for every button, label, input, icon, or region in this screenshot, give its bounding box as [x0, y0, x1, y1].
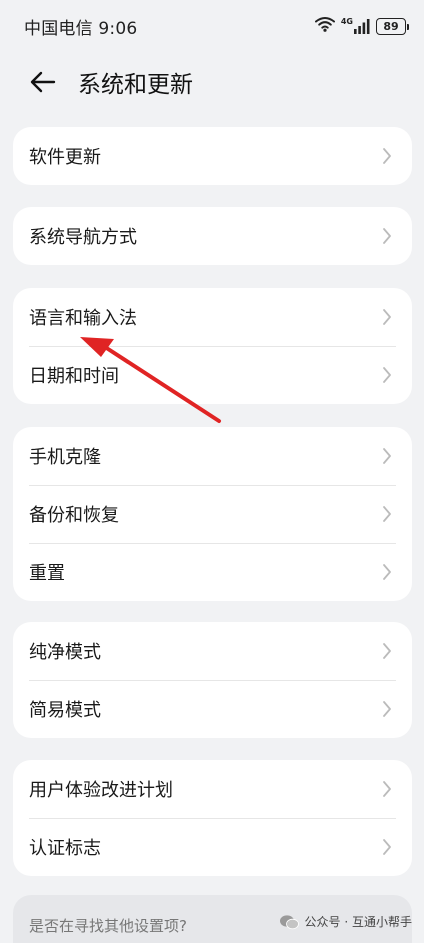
settings-group-language-time: 语言和输入法 日期和时间	[13, 288, 412, 404]
menu-item-certification-logos[interactable]: 认证标志	[13, 818, 412, 876]
back-arrow-icon[interactable]	[28, 67, 58, 97]
menu-item-reset[interactable]: 重置	[13, 543, 412, 601]
chevron-right-icon	[383, 448, 391, 464]
watermark: 公众号 · 互通小帮手	[279, 913, 412, 930]
menu-item-date-time[interactable]: 日期和时间	[13, 346, 412, 404]
wechat-logo-icon	[279, 914, 299, 929]
chevron-right-icon	[383, 564, 391, 580]
chevron-right-icon	[383, 148, 391, 164]
settings-group-update: 软件更新	[13, 127, 412, 185]
chevron-right-icon	[383, 839, 391, 855]
menu-item-navigation-mode[interactable]: 系统导航方式	[13, 207, 412, 265]
chevron-right-icon	[383, 309, 391, 325]
menu-item-label: 备份和恢复	[29, 505, 119, 526]
settings-group-backup: 手机克隆 备份和恢复 重置	[13, 427, 412, 601]
menu-item-pure-mode[interactable]: 纯净模式	[13, 622, 412, 680]
menu-item-user-experience-program[interactable]: 用户体验改进计划	[13, 760, 412, 818]
status-bar: 中国电信 9:06 4G 89	[0, 0, 424, 52]
menu-item-label: 软件更新	[29, 147, 101, 168]
menu-item-simple-mode[interactable]: 简易模式	[13, 680, 412, 738]
status-icons: 4G 89	[314, 16, 409, 36]
settings-group-experience: 用户体验改进计划 认证标志	[13, 760, 412, 876]
menu-item-label: 日期和时间	[29, 366, 119, 387]
menu-item-backup-restore[interactable]: 备份和恢复	[13, 485, 412, 543]
settings-screen: 中国电信 9:06 4G 89 系统和更新 软件更新 系统导航方式 语言和输入法…	[0, 0, 424, 943]
settings-group-navigation: 系统导航方式	[13, 207, 412, 265]
chevron-right-icon	[383, 228, 391, 244]
page-header: 系统和更新	[0, 52, 424, 112]
settings-group-modes: 纯净模式 简易模式	[13, 622, 412, 738]
battery-icon: 89	[376, 17, 409, 35]
signal-icon: 4G	[341, 18, 370, 34]
suggestion-text: 是否在寻找其他设置项?	[29, 917, 187, 935]
carrier-time: 中国电信 9:06	[24, 18, 138, 39]
menu-item-label: 纯净模式	[29, 642, 101, 663]
menu-item-software-update[interactable]: 软件更新	[13, 127, 412, 185]
chevron-right-icon	[383, 701, 391, 717]
menu-item-language-input[interactable]: 语言和输入法	[13, 288, 412, 346]
chevron-right-icon	[383, 506, 391, 522]
menu-item-label: 系统导航方式	[29, 227, 137, 248]
menu-item-label: 语言和输入法	[29, 308, 137, 329]
menu-item-label: 手机克隆	[29, 447, 101, 468]
page-title: 系统和更新	[78, 72, 193, 98]
menu-item-label: 重置	[29, 563, 65, 584]
menu-item-label: 简易模式	[29, 700, 101, 721]
network-type: 4G	[340, 17, 353, 26]
chevron-right-icon	[383, 643, 391, 659]
menu-item-phone-clone[interactable]: 手机克隆	[13, 427, 412, 485]
menu-item-label: 用户体验改进计划	[29, 780, 173, 801]
wifi-icon	[314, 16, 335, 36]
watermark-text: 公众号 · 互通小帮手	[304, 915, 412, 929]
chevron-right-icon	[383, 367, 391, 383]
chevron-right-icon	[383, 781, 391, 797]
menu-item-label: 认证标志	[29, 838, 101, 859]
